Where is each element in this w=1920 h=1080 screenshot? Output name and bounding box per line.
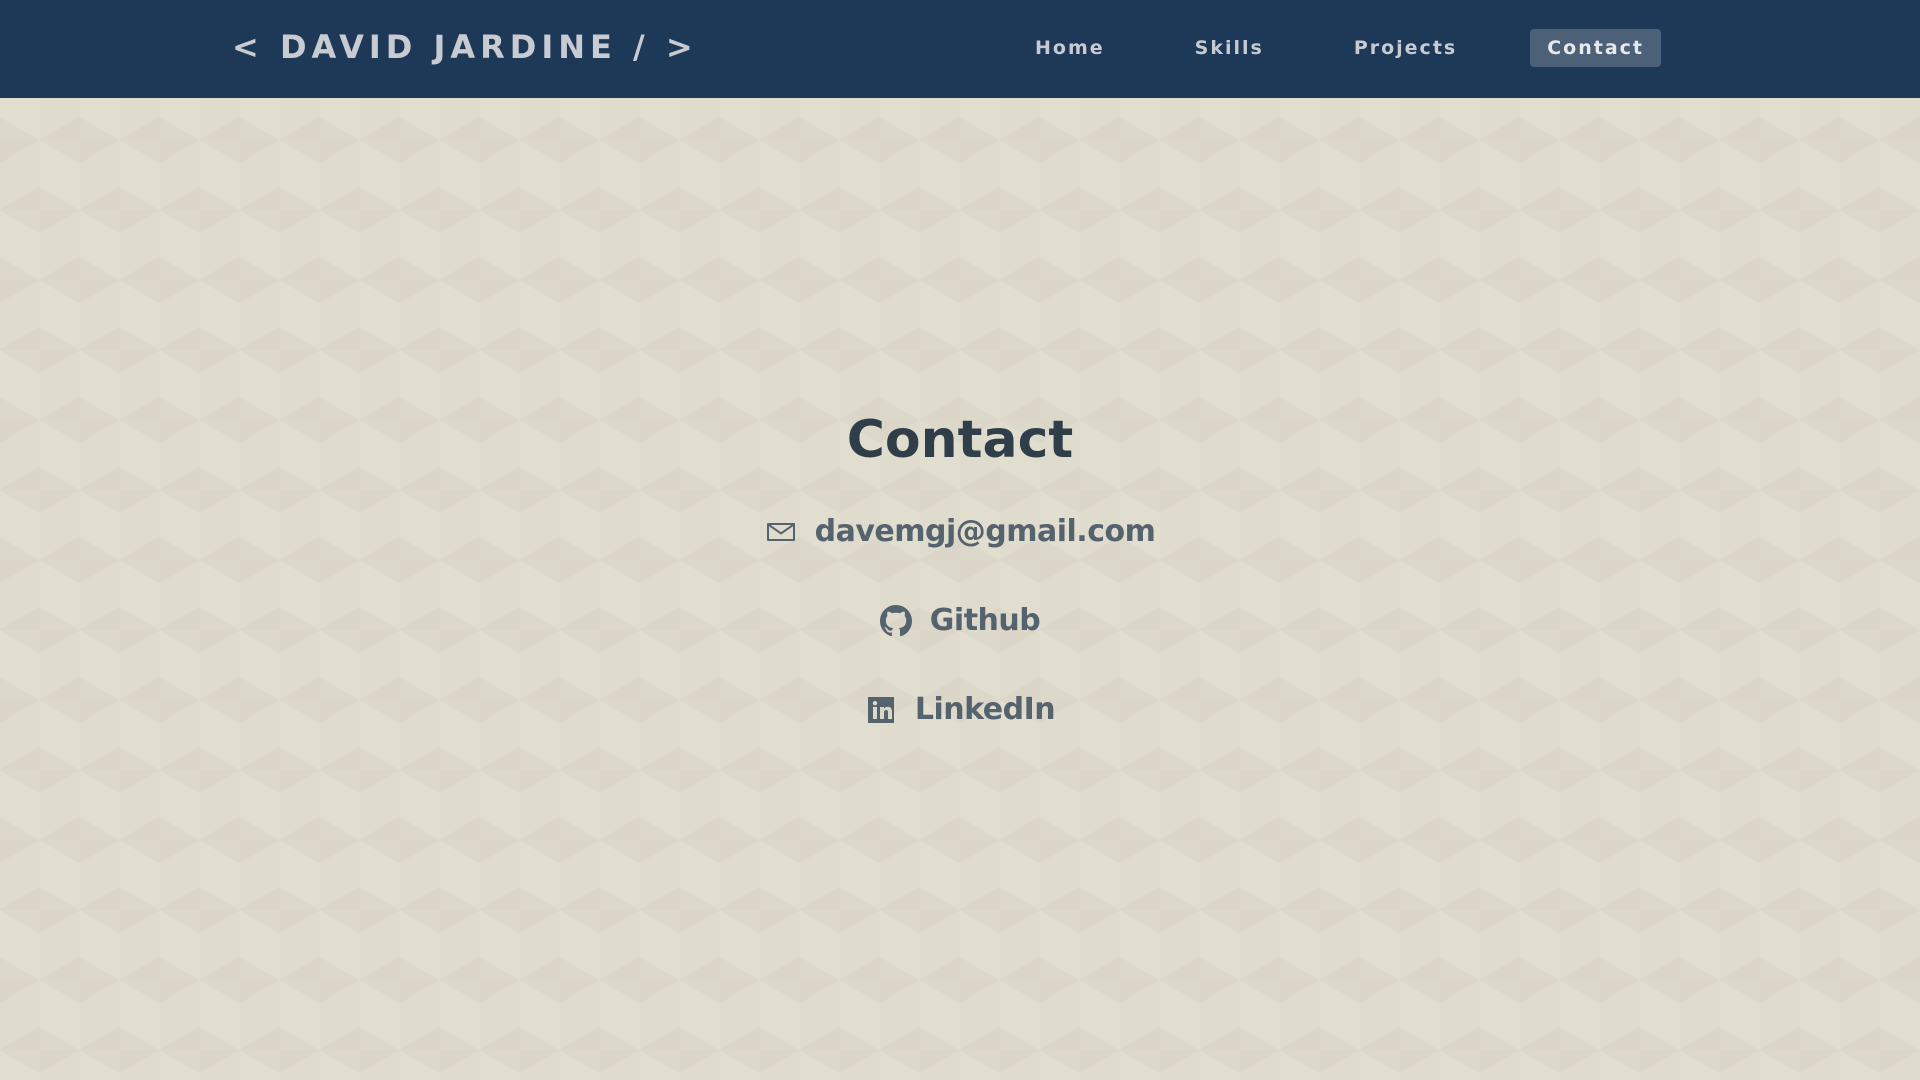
github-label[interactable]: Github xyxy=(930,603,1041,638)
email-label[interactable]: davemgj@gmail.com xyxy=(815,514,1156,549)
contact-section: Contact davemgj@gmail.com Github LinkedI… xyxy=(0,0,1920,1080)
email-link[interactable]: davemgj@gmail.com xyxy=(0,514,1920,549)
github-link[interactable]: Github xyxy=(0,603,1920,638)
envelope-icon xyxy=(766,522,795,541)
linkedin-icon xyxy=(867,696,894,723)
linkedin-label[interactable]: LinkedIn xyxy=(915,692,1056,727)
page-title: Contact xyxy=(846,410,1074,470)
github-icon xyxy=(879,604,912,636)
linkedin-link[interactable]: LinkedIn xyxy=(0,692,1920,727)
